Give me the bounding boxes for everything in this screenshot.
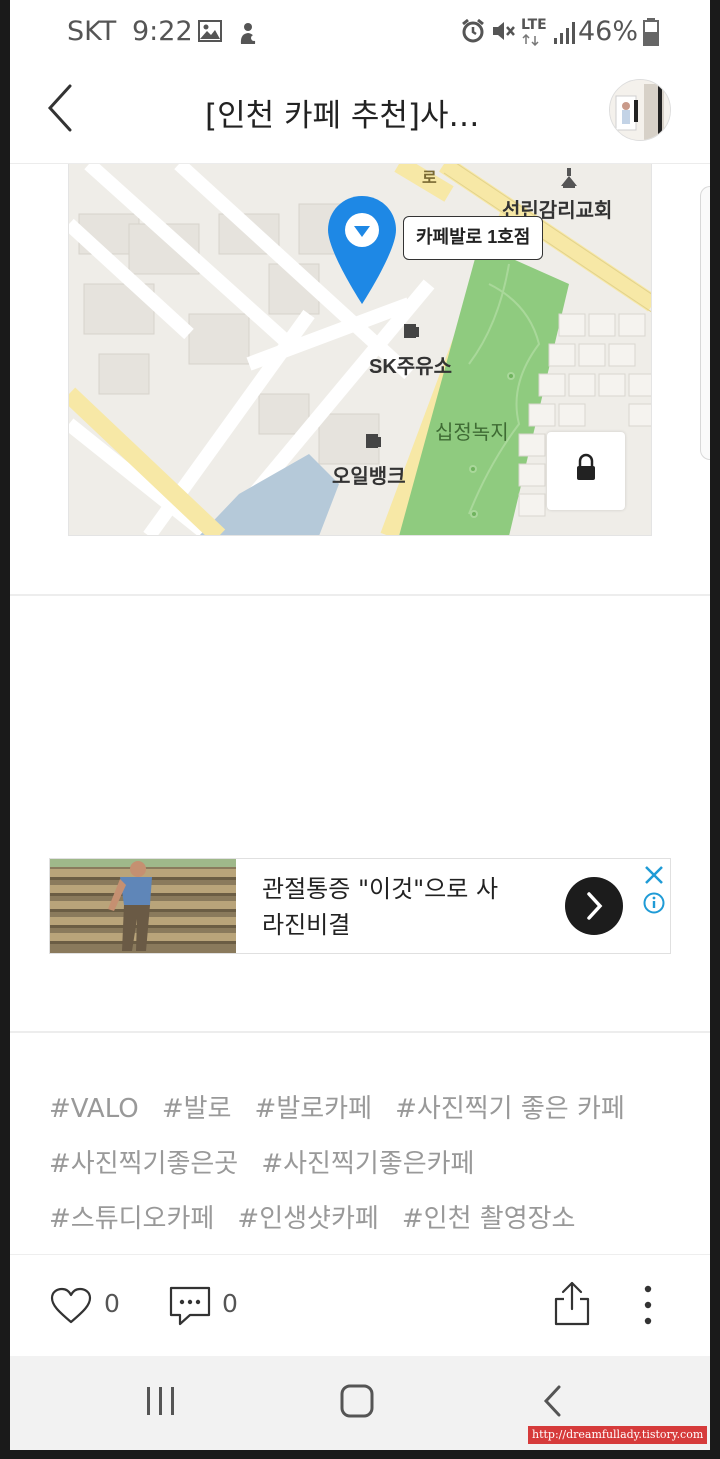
chevron-left-icon	[47, 84, 72, 132]
lock-icon	[577, 453, 595, 480]
chevron-right-icon	[587, 892, 603, 920]
tag-row: #VALO #발로 #발로카페 #사진찍기 좋은 카페	[49, 1085, 689, 1140]
back-icon[interactable]	[539, 1383, 567, 1419]
map-label-park: 십정녹지	[435, 422, 509, 444]
app-frame: SKT 9:22 LTE 46% [인천 카페 추천]사… 선린감리교회 SK주…	[10, 0, 710, 1450]
ad-banner[interactable]: 관절통증 "이것"으로 사라진비결	[49, 858, 671, 954]
battery-icon	[643, 18, 659, 46]
divider	[10, 594, 710, 596]
comment-count: 0	[222, 1289, 238, 1318]
alarm-icon	[462, 18, 484, 43]
map-label-oil-bank: 오일뱅크	[332, 466, 406, 488]
home-icon[interactable]	[339, 1383, 375, 1419]
profile-photo-icon	[610, 80, 670, 140]
heart-icon[interactable]	[50, 1287, 92, 1325]
tag-link[interactable]: #인생샷카페	[237, 1195, 378, 1243]
mute-icon	[493, 22, 515, 40]
tag-row: #스튜디오카페 #인생샷카페 #인천 촬영장소	[49, 1195, 689, 1250]
data-arrows-icon	[522, 34, 539, 46]
battery-percentage: 46%	[577, 16, 638, 47]
recent-apps-icon[interactable]	[144, 1384, 178, 1418]
carrier-label: SKT	[67, 16, 117, 47]
tag-link[interactable]: #사진찍기 좋은 카페	[395, 1085, 625, 1133]
more-vertical-icon[interactable]	[638, 1283, 658, 1327]
post-action-bar: 0 0	[10, 1254, 710, 1356]
ad-photo	[50, 859, 236, 953]
avatar[interactable]	[609, 79, 671, 141]
tag-link[interactable]: #발로카페	[255, 1085, 372, 1133]
tag-link[interactable]: #발로	[162, 1085, 232, 1133]
ad-open-button[interactable]	[565, 877, 623, 935]
signal-icon	[554, 22, 575, 44]
tag-link[interactable]: #인천 촬영장소	[402, 1195, 576, 1243]
page-title: [인천 카페 추천]사…	[205, 98, 480, 134]
side-scroll-handle[interactable]	[700, 186, 710, 460]
tag-link[interactable]: #VALO	[49, 1085, 139, 1133]
info-icon[interactable]	[643, 892, 665, 914]
location-map[interactable]: 선린감리교회 SK주유소 십정녹지 오일뱅크 로 카페발로 1호점	[68, 164, 652, 536]
status-bar: SKT 9:22 LTE 46%	[10, 0, 710, 68]
gallery-icon	[198, 20, 222, 42]
tag-link[interactable]: #사진찍기좋은곳	[49, 1140, 238, 1188]
tag-link[interactable]: #사진찍기좋은카페	[261, 1140, 474, 1188]
tag-list: #VALO #발로 #발로카페 #사진찍기 좋은 카페 #사진찍기좋은곳 #사진…	[49, 1085, 689, 1250]
map-label-gas-station: SK주유소	[369, 356, 452, 378]
tag-link[interactable]: #스튜디오카페	[49, 1195, 214, 1243]
divider	[10, 1031, 710, 1033]
like-count: 0	[104, 1289, 120, 1318]
watermark: http://dreamfullady.tistory.com	[528, 1426, 708, 1444]
ad-headline[interactable]: 관절통증 "이것"으로 사라진비결	[262, 871, 512, 943]
tag-row: #사진찍기좋은곳 #사진찍기좋은카페	[49, 1140, 689, 1195]
comment-icon[interactable]	[168, 1285, 212, 1327]
network-type: LTE	[521, 17, 547, 33]
map-lock-button[interactable]	[547, 432, 625, 510]
app-notification-icon	[240, 23, 257, 44]
share-icon[interactable]	[553, 1279, 591, 1327]
close-icon[interactable]	[642, 863, 666, 887]
clock: 9:22	[132, 16, 193, 47]
back-button[interactable]	[40, 82, 90, 142]
map-place-callout[interactable]: 카페발로 1호점	[403, 216, 544, 260]
ad-image	[50, 859, 236, 953]
map-label-road: 로	[422, 170, 437, 187]
app-header: [인천 카페 추천]사…	[10, 68, 710, 164]
